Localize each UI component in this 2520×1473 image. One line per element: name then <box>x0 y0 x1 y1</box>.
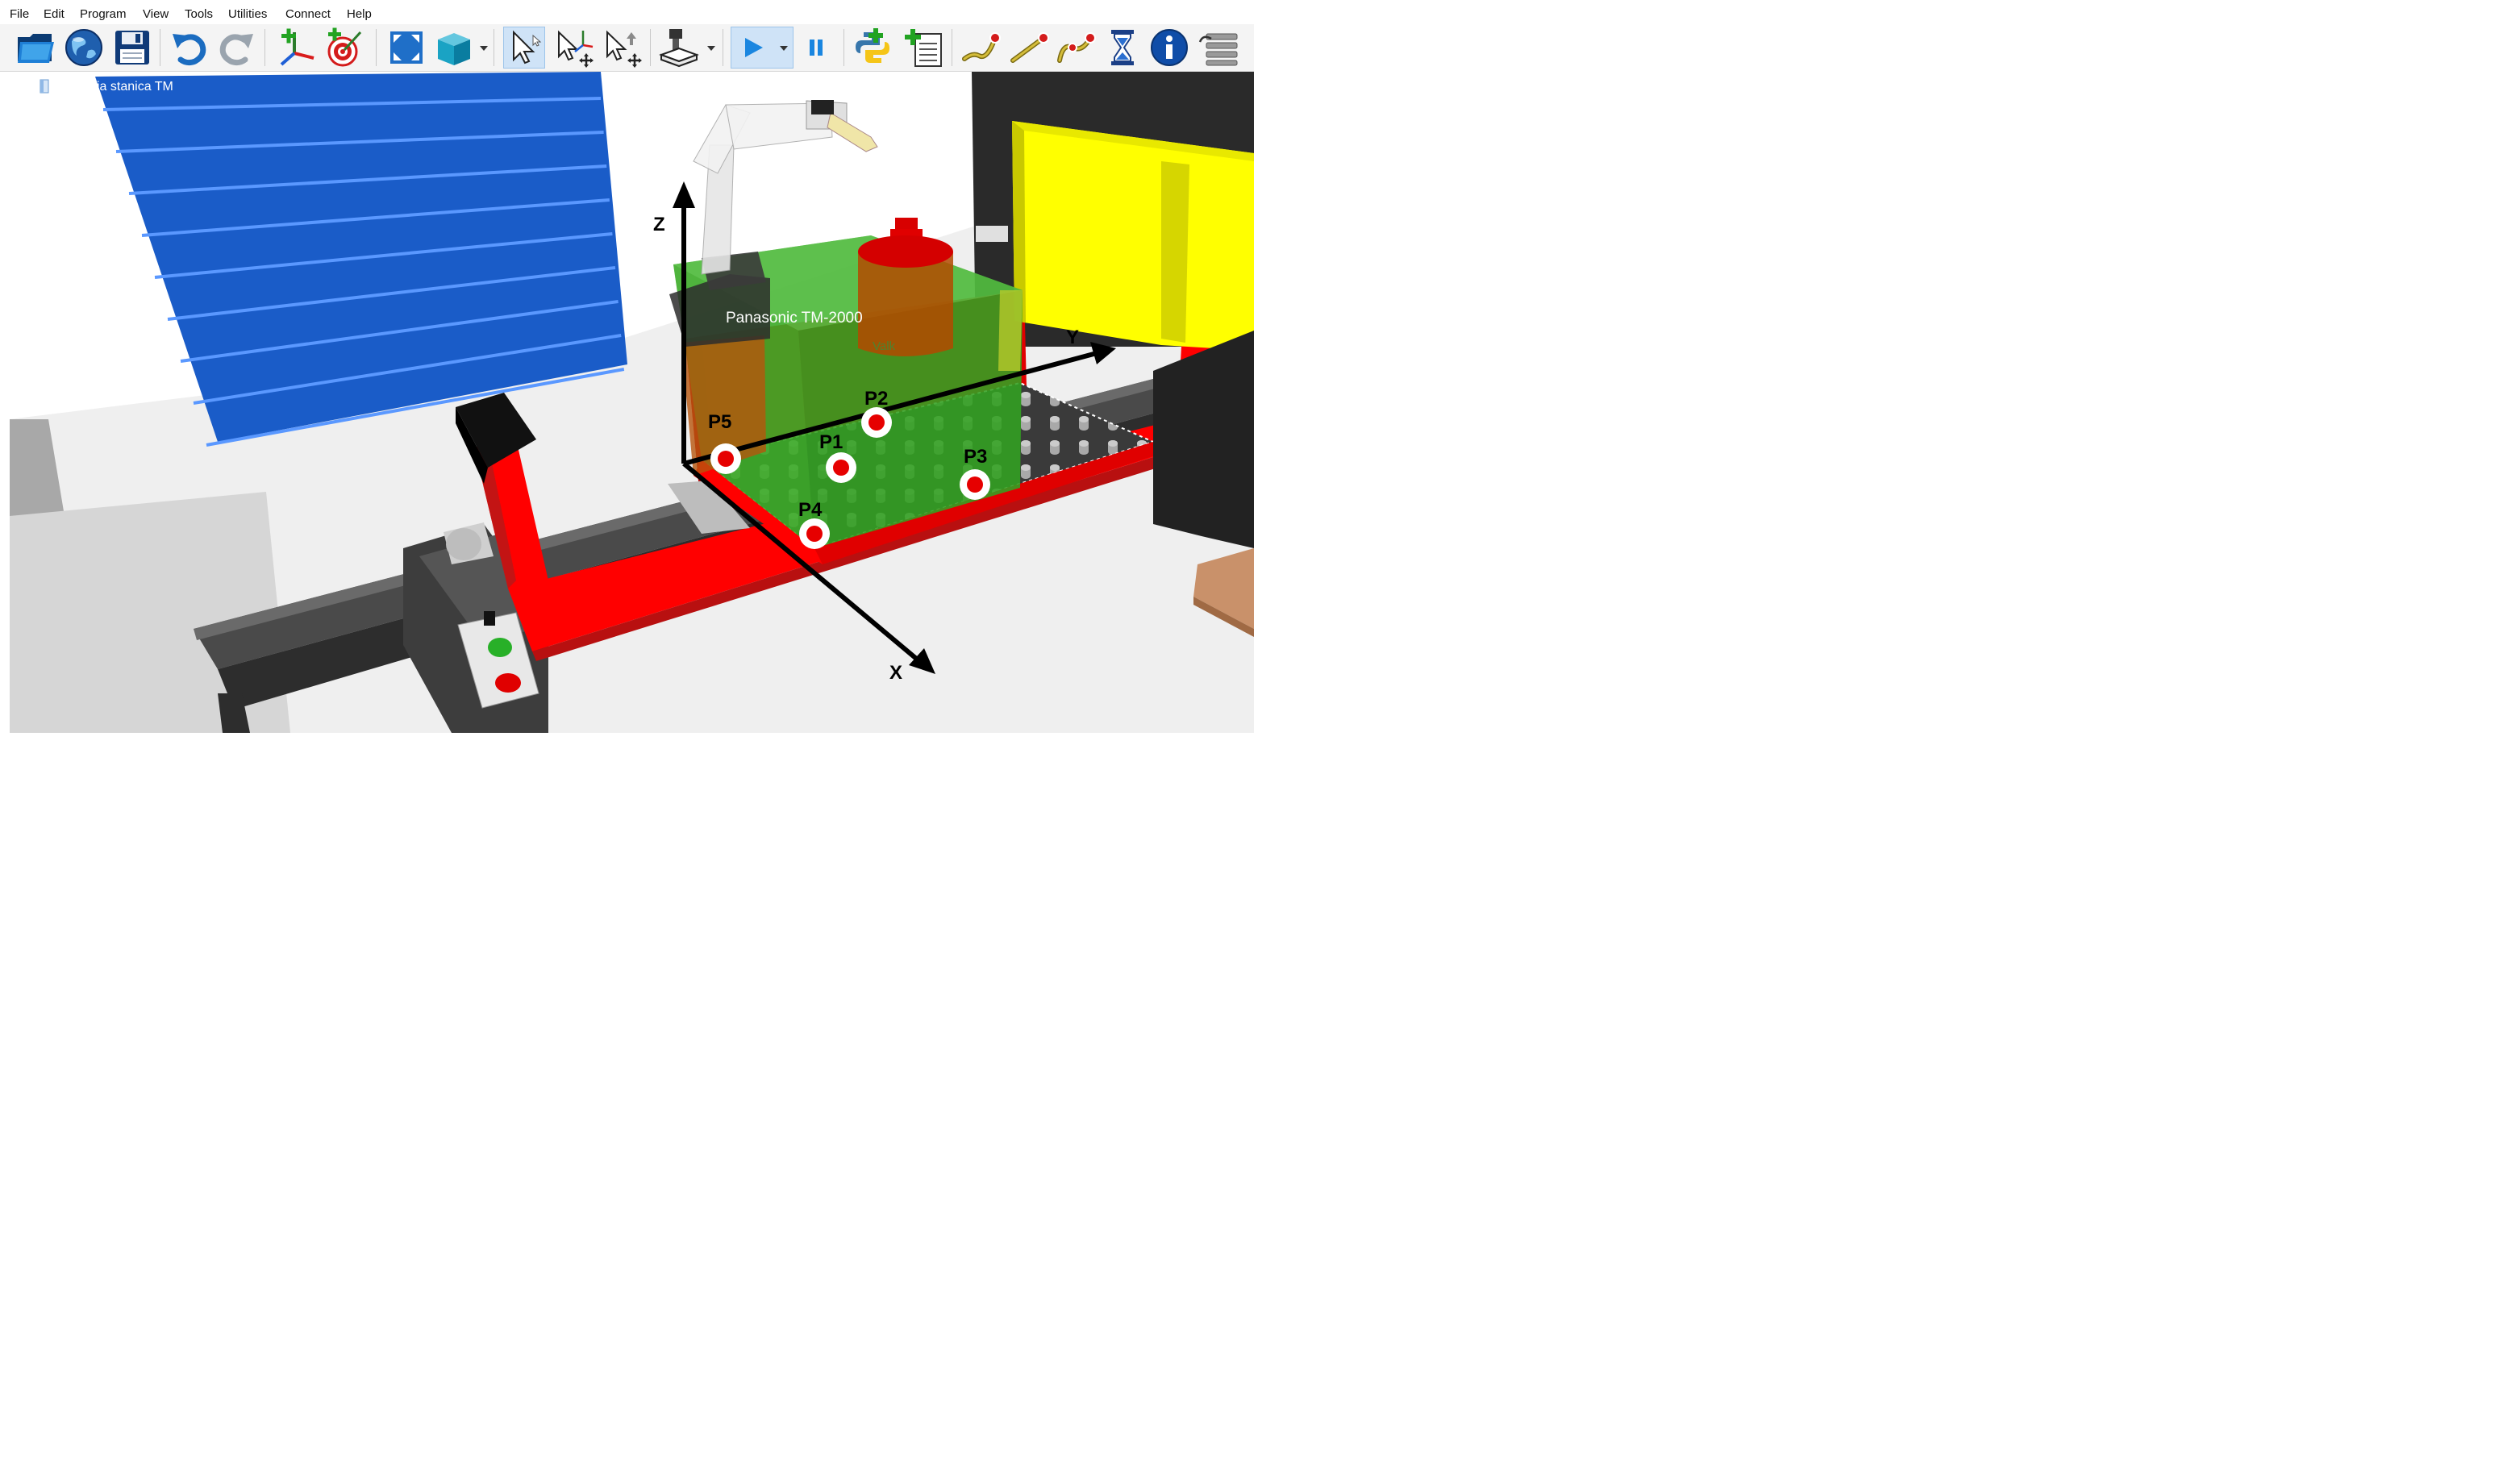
undo-icon <box>173 34 206 66</box>
redo-button[interactable] <box>216 27 258 69</box>
move-object-icon <box>606 30 642 68</box>
safety-fence <box>1012 121 1254 351</box>
cabinet-brand-label: Valk <box>873 339 896 353</box>
move-circular-button[interactable] <box>1055 27 1097 69</box>
add-reference-frame-button[interactable] <box>276 27 318 69</box>
globe-button[interactable] <box>63 27 105 69</box>
toolbar-separator <box>843 29 844 66</box>
menu-program[interactable]: Program <box>80 7 127 21</box>
run-dropdown-arrow[interactable] <box>779 40 789 56</box>
point-p5[interactable] <box>710 443 741 474</box>
toolbar-separator <box>650 29 651 66</box>
move-joint-button[interactable] <box>960 27 1002 69</box>
open-project-button[interactable] <box>15 27 56 69</box>
point-label-p5: P5 <box>708 411 731 433</box>
point-p1[interactable] <box>826 452 856 483</box>
menu-tools[interactable]: Tools <box>185 7 213 21</box>
point-p3[interactable] <box>960 469 990 500</box>
view-3d-cube-button[interactable] <box>432 27 474 69</box>
chevron-down-icon <box>707 46 715 51</box>
chevron-down-icon <box>480 46 488 51</box>
axis-label-y: Y <box>1066 327 1079 348</box>
add-reference-frame-icon <box>280 28 314 66</box>
select-pointer-button[interactable] <box>503 27 545 69</box>
program-instructions-icon <box>1198 33 1238 66</box>
menu-edit[interactable]: Edit <box>44 7 65 21</box>
station-tree-label[interactable]: cia stanica TM <box>90 80 173 94</box>
fit-all-button[interactable] <box>385 27 427 69</box>
fit-all-icon <box>390 31 423 64</box>
view-dropdown-arrow[interactable] <box>479 40 489 56</box>
move-linear-icon <box>1010 32 1049 63</box>
point-p2[interactable] <box>861 407 892 438</box>
move-object-button[interactable] <box>602 27 644 69</box>
info-icon <box>1151 29 1188 66</box>
station-icon <box>39 79 50 94</box>
save-icon <box>115 31 149 64</box>
3d-viewport[interactable]: P1 P2 P3 P4 P5 Z Y X Panasonic TM-2000 V… <box>10 72 1254 733</box>
point-label-p4: P4 <box>798 499 823 521</box>
add-tool-button[interactable] <box>658 27 700 69</box>
redo-icon <box>219 34 253 66</box>
pause-instruction-icon <box>1111 30 1134 65</box>
undo-button[interactable] <box>168 27 210 69</box>
python-script-icon <box>856 28 889 63</box>
move-frame-icon <box>558 30 594 68</box>
globe-icon <box>65 29 102 66</box>
menu-utilities[interactable]: Utilities <box>228 7 267 21</box>
pause-button[interactable] <box>795 27 837 69</box>
axis-label-z: Z <box>653 214 665 235</box>
toolbar-separator <box>264 29 265 66</box>
point-label-p3: P3 <box>964 446 987 468</box>
menu-connect[interactable]: Connect <box>285 7 331 21</box>
pause-instruction-button[interactable] <box>1102 27 1143 69</box>
stop-button[interactable] <box>495 673 521 693</box>
info-button[interactable] <box>1148 27 1190 69</box>
run-program-icon <box>745 38 763 57</box>
chevron-down-icon <box>780 46 788 51</box>
point-label-p2: P2 <box>864 388 888 410</box>
move-circular-icon <box>1057 32 1096 63</box>
open-project-icon <box>18 34 54 63</box>
point-p4[interactable] <box>799 518 830 549</box>
toolbar <box>0 24 1254 72</box>
menu-view[interactable]: View <box>143 7 169 21</box>
toolbar-separator <box>376 29 377 66</box>
move-linear-button[interactable] <box>1008 27 1050 69</box>
key-switch[interactable] <box>484 611 495 626</box>
tool-dropdown-arrow[interactable] <box>706 40 716 56</box>
view-3d-cube-icon <box>438 33 470 65</box>
start-button[interactable] <box>488 638 512 657</box>
station-scene[interactable]: P1 P2 P3 P4 P5 Z Y X Panasonic TM-2000 V… <box>10 72 1254 733</box>
move-joint-icon <box>962 32 1001 61</box>
wall-block <box>976 226 1008 242</box>
program-instructions-button[interactable] <box>1198 27 1240 69</box>
add-target-icon <box>327 27 362 67</box>
add-program-icon <box>905 29 942 67</box>
save-button[interactable] <box>111 27 153 69</box>
add-program-button[interactable] <box>903 27 945 69</box>
add-target-button[interactable] <box>324 27 366 69</box>
point-label-p1: P1 <box>819 431 843 453</box>
robot-name-label: Panasonic TM-2000 <box>726 310 863 327</box>
menu-help[interactable]: Help <box>347 7 372 21</box>
menu-file[interactable]: File <box>10 7 29 21</box>
pause-icon <box>810 40 823 56</box>
move-frame-button[interactable] <box>553 27 595 69</box>
add-tool-icon <box>659 29 699 68</box>
select-pointer-icon <box>513 30 542 64</box>
python-script-button[interactable] <box>852 27 893 69</box>
axis-label-x: X <box>889 662 902 684</box>
